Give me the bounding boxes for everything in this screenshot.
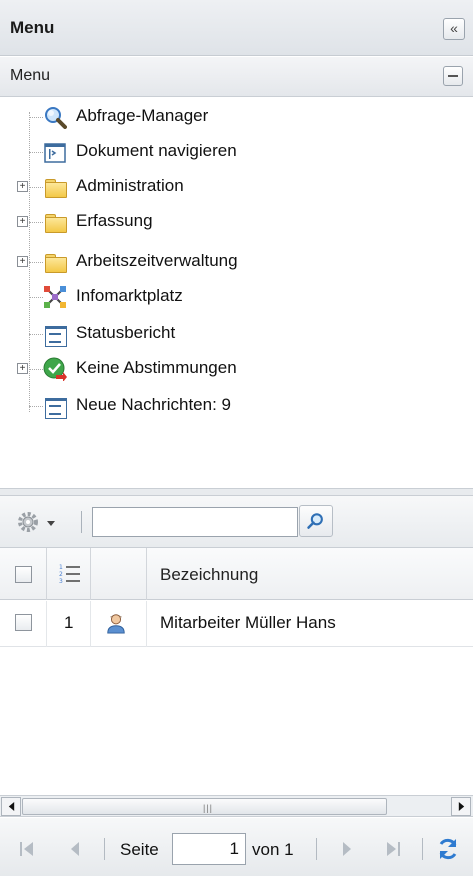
folder-icon xyxy=(43,210,67,234)
column-separator xyxy=(146,548,147,600)
tree-item-administration[interactable]: + Administration xyxy=(0,171,473,201)
data-grid: 1 2 3 Bezeichnung 1 Mitarbeiter Müller H… xyxy=(0,548,473,793)
menu-section-title: Menu xyxy=(10,67,51,84)
next-page-icon[interactable] xyxy=(338,840,356,858)
folder-icon xyxy=(43,250,67,274)
tree-item-dokument-navigieren[interactable]: Dokument navigieren xyxy=(0,136,473,166)
magnifier-icon xyxy=(45,107,67,129)
double-chevron-left-icon: « xyxy=(450,20,458,36)
tree-item-keine-abstimmungen[interactable]: + Keine Abstimmungen xyxy=(0,353,473,383)
chevron-down-icon xyxy=(47,521,55,526)
person-icon xyxy=(107,614,125,634)
grid-header: 1 2 3 Bezeichnung xyxy=(0,548,473,600)
last-page-icon[interactable] xyxy=(384,840,402,858)
splitter[interactable] xyxy=(0,488,473,496)
pager-separator xyxy=(104,838,105,860)
first-page-icon[interactable] xyxy=(18,840,36,858)
collapse-section-button[interactable] xyxy=(443,66,463,86)
pager-separator xyxy=(316,838,317,860)
refresh-icon[interactable] xyxy=(436,837,460,861)
menu-tree: Abfrage-Manager Dokument navigieren + Ad… xyxy=(0,98,473,488)
report-icon xyxy=(43,394,67,419)
tree-item-neue-nachrichten[interactable]: Neue Nachrichten: 9 xyxy=(0,390,473,420)
svg-text:3: 3 xyxy=(59,578,63,585)
expand-plus-icon[interactable]: + xyxy=(17,256,28,267)
tree-item-statusbericht[interactable]: Statusbericht xyxy=(0,318,473,348)
search-input[interactable] xyxy=(92,507,298,537)
tree-item-label: Erfassung xyxy=(76,211,153,230)
column-separator xyxy=(46,601,47,647)
search-icon xyxy=(307,513,323,529)
column-separator xyxy=(146,601,147,647)
tree-item-infomarktplatz[interactable]: Infomarktplatz xyxy=(0,281,473,311)
page-label: Seite xyxy=(120,840,159,859)
panel-header: Menu « xyxy=(0,0,473,56)
folder-icon xyxy=(43,175,67,199)
row-number: 1 xyxy=(64,613,74,632)
tree-item-arbeitszeitverwaltung[interactable]: + Arbeitszeitverwaltung xyxy=(0,246,473,276)
svg-text:2: 2 xyxy=(59,571,63,578)
tree-item-label: Arbeitszeitverwaltung xyxy=(76,251,238,270)
table-row[interactable]: 1 Mitarbeiter Müller Hans xyxy=(0,601,473,647)
select-all-checkbox[interactable] xyxy=(15,566,32,583)
search-button[interactable] xyxy=(299,505,333,537)
tree-item-label: Dokument navigieren xyxy=(76,141,237,160)
expand-plus-icon[interactable]: + xyxy=(17,363,28,374)
tree-item-erfassung[interactable]: + Erfassung xyxy=(0,206,473,236)
tree-item-label: Statusbericht xyxy=(76,323,176,342)
triangle-left-icon xyxy=(8,802,15,811)
column-header-bezeichnung[interactable]: Bezeichnung xyxy=(160,565,258,585)
column-separator xyxy=(46,548,47,600)
triangle-right-icon xyxy=(458,802,465,811)
page-count-label: von 1 xyxy=(252,840,294,859)
column-separator xyxy=(90,548,91,600)
row-checkbox[interactable] xyxy=(15,614,32,631)
grip-icon: ||| xyxy=(203,803,214,813)
tree-item-label: Abfrage-Manager xyxy=(76,106,209,125)
settings-menu-button[interactable] xyxy=(16,510,64,534)
numbered-list-icon: 1 2 3 xyxy=(59,564,80,585)
check-badge-icon xyxy=(43,357,67,381)
report-icon xyxy=(43,322,67,347)
page-number-input[interactable] xyxy=(172,833,246,865)
tree-item-label: Infomarktplatz xyxy=(76,286,183,305)
document-navigate-icon xyxy=(44,143,66,163)
network-icon xyxy=(44,286,66,308)
panel-title: Menu xyxy=(10,18,55,37)
scroll-right-button[interactable] xyxy=(451,797,471,816)
tree-item-abfrage-manager[interactable]: Abfrage-Manager xyxy=(0,101,473,131)
column-separator xyxy=(90,601,91,647)
grid-toolbar xyxy=(0,496,473,548)
expand-plus-icon[interactable]: + xyxy=(17,216,28,227)
scroll-left-button[interactable] xyxy=(1,797,21,816)
expand-plus-icon[interactable]: + xyxy=(17,181,28,192)
tree-item-label: Neue Nachrichten: 9 xyxy=(76,395,231,414)
pager-separator xyxy=(422,838,423,860)
scroll-thumb[interactable]: ||| xyxy=(22,798,387,815)
tree-item-label: Administration xyxy=(76,176,184,195)
paging-toolbar: Seite von 1 xyxy=(0,818,473,876)
row-bezeichnung: Mitarbeiter Müller Hans xyxy=(160,613,336,632)
tree-item-label: Keine Abstimmungen xyxy=(76,358,237,377)
horizontal-scrollbar[interactable]: ||| xyxy=(0,795,473,817)
gear-icon xyxy=(18,512,38,532)
svg-text:1: 1 xyxy=(59,564,63,571)
previous-page-icon[interactable] xyxy=(66,840,84,858)
menu-section-header[interactable]: Menu xyxy=(0,57,473,97)
collapse-panel-button[interactable]: « xyxy=(443,18,465,40)
toolbar-separator xyxy=(81,511,82,533)
